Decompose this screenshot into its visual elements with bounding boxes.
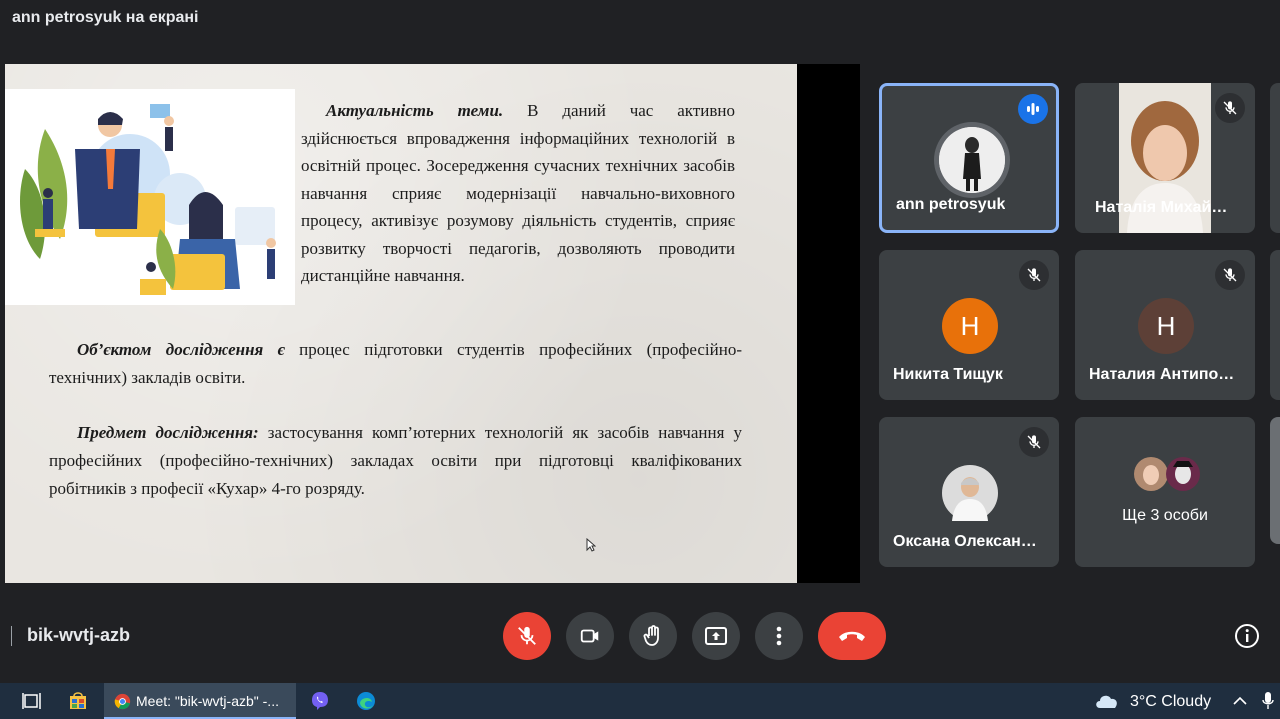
taskbar-window-title: Meet: "bik-wvtj-azb" -... [136, 693, 279, 709]
partial-tile-edge [1270, 250, 1280, 400]
mic-toggle-button[interactable] [503, 612, 551, 660]
mic-off-icon [1019, 427, 1049, 457]
participant-tile-natalia-antypo[interactable]: Н Наталия Антипо… [1075, 250, 1255, 400]
chevron-up-icon [1233, 696, 1247, 705]
meeting-code: bik-wvtj-azb [27, 625, 131, 645]
viber-app-button[interactable] [308, 689, 332, 713]
relevance-heading: Актуальність теми. [326, 101, 504, 120]
participant-tile-more-people[interactable]: Ще 3 особи [1075, 417, 1255, 567]
participant-name: Никита Тищук [893, 366, 1003, 383]
mic-off-icon [1019, 260, 1049, 290]
participant-tile-oksana-oleksan[interactable]: Оксана Олексан… [879, 417, 1059, 567]
avatar [942, 465, 998, 521]
more-participants-label: Ще 3 особи [1122, 507, 1208, 524]
store-icon [70, 692, 86, 709]
store-app-button[interactable] [66, 689, 90, 713]
mic-off-icon [1215, 260, 1245, 290]
cloudy-weather-icon [1096, 695, 1117, 708]
show-hidden-icons-button[interactable] [1228, 689, 1252, 713]
slide-paragraph-subject: Предмет дослідження: застосування комп’ю… [49, 419, 742, 503]
raise-hand-button[interactable] [629, 612, 677, 660]
divider [11, 626, 12, 646]
edge-icon [357, 692, 375, 710]
edge-browser-button[interactable] [354, 689, 378, 713]
slide-paragraph-relevance: Актуальність теми. В даний час активно з… [301, 97, 735, 290]
subject-heading: Предмет дослідження: [77, 423, 259, 442]
presenter-title: ann petrosyuk на екрані [12, 9, 199, 26]
participant-name: Наталія Михай… [1095, 199, 1228, 216]
participant-tile-ann-petrosyuk[interactable]: ann petrosyuk [879, 83, 1059, 233]
mic-off-icon [518, 626, 536, 645]
present-screen-button[interactable] [692, 612, 740, 660]
participant-name: ann petrosyuk [896, 196, 1006, 213]
taskbar: Meet: "bik-wvtj-azb" -... 3°C Cloudy [0, 683, 1280, 719]
taskbar-chrome-meet-window[interactable]: Meet: "bik-wvtj-azb" -... [104, 683, 296, 719]
partial-tile-edge [1270, 417, 1280, 544]
relevance-text: В даний час активно здійснюється впровад… [301, 101, 735, 285]
speaking-indicator-icon [1018, 94, 1048, 124]
people-with-laptops-illustration [5, 89, 295, 305]
avatar: Н [942, 298, 998, 354]
leave-call-button[interactable] [818, 612, 886, 660]
mouse-cursor-icon [586, 538, 596, 552]
microphone-tray-button[interactable] [1256, 689, 1280, 713]
object-heading: Об’єктом дослідження є [77, 340, 285, 359]
camera-toggle-button[interactable] [566, 612, 614, 660]
shared-screen: Актуальність теми. В даний час активно з… [5, 64, 860, 583]
participant-tile-natalia-mykhai[interactable]: Наталія Михай… [1075, 83, 1255, 233]
task-view-icon [22, 693, 41, 709]
participant-name: Наталия Антипо… [1089, 366, 1235, 383]
avatar [934, 122, 1010, 198]
present-icon [705, 627, 727, 645]
weather-readout: 3°C Cloudy [1130, 693, 1212, 710]
chrome-icon [114, 693, 131, 710]
partial-tile-edge [1270, 83, 1280, 233]
participant-name: Оксана Олексан… [893, 533, 1037, 550]
presentation-slide: Актуальність теми. В даний час активно з… [5, 64, 797, 583]
raise-hand-icon [643, 625, 659, 646]
info-icon [1235, 624, 1259, 648]
slide-paragraph-object: Об’єктом дослідження є процес підготовки… [49, 336, 742, 392]
mic-off-icon [1215, 93, 1245, 123]
group-avatars [1134, 457, 1200, 491]
hang-up-icon [839, 631, 865, 641]
viber-icon [312, 692, 328, 710]
meeting-details-button[interactable] [1234, 623, 1260, 649]
camera-icon [580, 629, 599, 643]
more-options-button[interactable] [755, 612, 803, 660]
task-view-button[interactable] [20, 689, 44, 713]
microphone-icon [1262, 692, 1274, 709]
avatar: Н [1138, 298, 1194, 354]
participant-tile-nikita-tyshchuk[interactable]: Н Никита Тищук [879, 250, 1059, 400]
top-bar: ann petrosyuk на екрані [0, 0, 1280, 40]
more-icon [776, 626, 782, 646]
